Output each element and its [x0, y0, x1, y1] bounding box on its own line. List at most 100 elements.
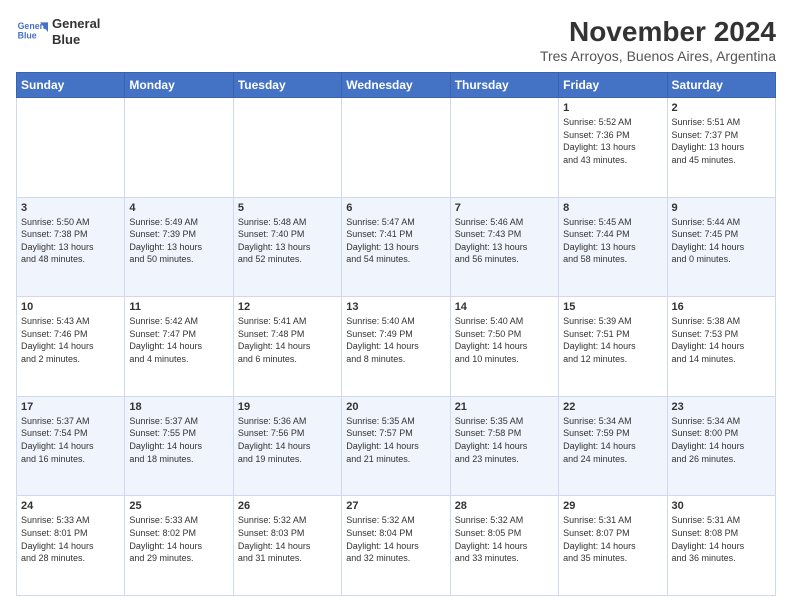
day-info: Sunrise: 5:31 AM Sunset: 8:07 PM Dayligh…	[563, 514, 662, 564]
svg-text:Blue: Blue	[18, 30, 37, 40]
day-number: 10	[21, 301, 120, 313]
day-info: Sunrise: 5:45 AM Sunset: 7:44 PM Dayligh…	[563, 216, 662, 266]
day-info: Sunrise: 5:32 AM Sunset: 8:03 PM Dayligh…	[238, 514, 337, 564]
day-number: 27	[346, 500, 445, 512]
calendar-cell: 10 Sunrise: 5:43 AM Sunset: 7:46 PM Dayli…	[17, 297, 125, 397]
calendar-cell: 21 Sunrise: 5:35 AM Sunset: 7:58 PM Dayli…	[450, 396, 558, 496]
col-friday: Friday	[559, 73, 667, 98]
calendar-cell: 23 Sunrise: 5:34 AM Sunset: 8:00 PM Dayli…	[667, 396, 775, 496]
col-monday: Monday	[125, 73, 233, 98]
day-number: 15	[563, 301, 662, 313]
day-number: 24	[21, 500, 120, 512]
week-row-4: 17 Sunrise: 5:37 AM Sunset: 7:54 PM Dayli…	[17, 396, 776, 496]
day-number: 14	[455, 301, 554, 313]
day-number: 2	[672, 102, 771, 114]
calendar-cell: 22 Sunrise: 5:34 AM Sunset: 7:59 PM Dayli…	[559, 396, 667, 496]
day-number: 11	[129, 301, 228, 313]
calendar-cell	[17, 98, 125, 198]
day-info: Sunrise: 5:33 AM Sunset: 8:01 PM Dayligh…	[21, 514, 120, 564]
calendar-cell: 16Sunrise: 5:38 AM Sunset: 7:53 PM Dayli…	[667, 297, 775, 397]
calendar-cell: 5Sunrise: 5:48 AM Sunset: 7:40 PM Daylig…	[233, 197, 341, 297]
calendar-cell	[233, 98, 341, 198]
calendar-cell: 24 Sunrise: 5:33 AM Sunset: 8:01 PM Dayli…	[17, 496, 125, 596]
calendar-cell: 12 Sunrise: 5:41 AM Sunset: 7:48 PM Dayli…	[233, 297, 341, 397]
week-row-5: 24 Sunrise: 5:33 AM Sunset: 8:01 PM Dayli…	[17, 496, 776, 596]
calendar-table: Sunday Monday Tuesday Wednesday Thursday…	[16, 72, 776, 596]
calendar-cell: 8Sunrise: 5:45 AM Sunset: 7:44 PM Daylig…	[559, 197, 667, 297]
day-number: 21	[455, 401, 554, 413]
day-info: Sunrise: 5:38 AM Sunset: 7:53 PM Dayligh…	[672, 315, 771, 365]
day-number: 1	[563, 102, 662, 114]
day-info: Sunrise: 5:34 AM Sunset: 8:00 PM Dayligh…	[672, 415, 771, 465]
calendar-cell: 7 Sunrise: 5:46 AM Sunset: 7:43 PM Daylig…	[450, 197, 558, 297]
day-number: 17	[21, 401, 120, 413]
day-number: 9	[672, 202, 771, 214]
day-number: 7	[455, 202, 554, 214]
calendar-cell: 2Sunrise: 5:51 AM Sunset: 7:37 PM Daylig…	[667, 98, 775, 198]
header: General Blue General Blue November 2024 …	[16, 16, 776, 64]
title-area: November 2024 Tres Arroyos, Buenos Aires…	[540, 16, 776, 64]
day-number: 5	[238, 202, 337, 214]
day-info: Sunrise: 5:43 AM Sunset: 7:46 PM Dayligh…	[21, 315, 120, 365]
subtitle: Tres Arroyos, Buenos Aires, Argentina	[540, 48, 776, 64]
calendar-cell	[450, 98, 558, 198]
week-row-3: 10 Sunrise: 5:43 AM Sunset: 7:46 PM Dayli…	[17, 297, 776, 397]
day-info: Sunrise: 5:50 AM Sunset: 7:38 PM Dayligh…	[21, 216, 120, 266]
calendar-cell: 30Sunrise: 5:31 AM Sunset: 8:08 PM Dayli…	[667, 496, 775, 596]
calendar-cell: 4Sunrise: 5:49 AM Sunset: 7:39 PM Daylig…	[125, 197, 233, 297]
calendar-cell	[125, 98, 233, 198]
calendar-cell: 29 Sunrise: 5:31 AM Sunset: 8:07 PM Dayli…	[559, 496, 667, 596]
calendar-cell: 11 Sunrise: 5:42 AM Sunset: 7:47 PM Dayli…	[125, 297, 233, 397]
day-number: 29	[563, 500, 662, 512]
col-sunday: Sunday	[17, 73, 125, 98]
day-number: 4	[129, 202, 228, 214]
calendar-cell: 6 Sunrise: 5:47 AM Sunset: 7:41 PM Daylig…	[342, 197, 450, 297]
logo-text: General Blue	[52, 16, 100, 47]
day-number: 28	[455, 500, 554, 512]
calendar-cell: 26 Sunrise: 5:32 AM Sunset: 8:03 PM Dayli…	[233, 496, 341, 596]
logo-icon: General Blue	[16, 16, 48, 48]
day-number: 26	[238, 500, 337, 512]
calendar-cell	[342, 98, 450, 198]
day-number: 18	[129, 401, 228, 413]
day-info: Sunrise: 5:35 AM Sunset: 7:58 PM Dayligh…	[455, 415, 554, 465]
day-number: 22	[563, 401, 662, 413]
day-info: Sunrise: 5:32 AM Sunset: 8:04 PM Dayligh…	[346, 514, 445, 564]
calendar-cell: 28Sunrise: 5:32 AM Sunset: 8:05 PM Dayli…	[450, 496, 558, 596]
day-info: Sunrise: 5:47 AM Sunset: 7:41 PM Dayligh…	[346, 216, 445, 266]
calendar-cell: 3 Sunrise: 5:50 AM Sunset: 7:38 PM Daylig…	[17, 197, 125, 297]
day-info: Sunrise: 5:40 AM Sunset: 7:50 PM Dayligh…	[455, 315, 554, 365]
day-info: Sunrise: 5:34 AM Sunset: 7:59 PM Dayligh…	[563, 415, 662, 465]
day-number: 12	[238, 301, 337, 313]
day-info: Sunrise: 5:31 AM Sunset: 8:08 PM Dayligh…	[672, 514, 771, 564]
col-saturday: Saturday	[667, 73, 775, 98]
calendar-cell: 19Sunrise: 5:36 AM Sunset: 7:56 PM Dayli…	[233, 396, 341, 496]
main-title: November 2024	[540, 16, 776, 48]
calendar-cell: 18 Sunrise: 5:37 AM Sunset: 7:55 PM Dayli…	[125, 396, 233, 496]
calendar-cell: 1Sunrise: 5:52 AM Sunset: 7:36 PM Daylig…	[559, 98, 667, 198]
calendar-cell: 25Sunrise: 5:33 AM Sunset: 8:02 PM Dayli…	[125, 496, 233, 596]
day-number: 20	[346, 401, 445, 413]
day-number: 3	[21, 202, 120, 214]
day-info: Sunrise: 5:46 AM Sunset: 7:43 PM Dayligh…	[455, 216, 554, 266]
calendar-cell: 9 Sunrise: 5:44 AM Sunset: 7:45 PM Daylig…	[667, 197, 775, 297]
day-info: Sunrise: 5:39 AM Sunset: 7:51 PM Dayligh…	[563, 315, 662, 365]
calendar-cell: 14 Sunrise: 5:40 AM Sunset: 7:50 PM Dayli…	[450, 297, 558, 397]
day-info: Sunrise: 5:40 AM Sunset: 7:49 PM Dayligh…	[346, 315, 445, 365]
day-info: Sunrise: 5:41 AM Sunset: 7:48 PM Dayligh…	[238, 315, 337, 365]
col-tuesday: Tuesday	[233, 73, 341, 98]
day-info: Sunrise: 5:37 AM Sunset: 7:54 PM Dayligh…	[21, 415, 120, 465]
week-row-1: 1Sunrise: 5:52 AM Sunset: 7:36 PM Daylig…	[17, 98, 776, 198]
day-info: Sunrise: 5:44 AM Sunset: 7:45 PM Dayligh…	[672, 216, 771, 266]
col-wednesday: Wednesday	[342, 73, 450, 98]
day-number: 6	[346, 202, 445, 214]
week-row-2: 3 Sunrise: 5:50 AM Sunset: 7:38 PM Daylig…	[17, 197, 776, 297]
day-info: Sunrise: 5:35 AM Sunset: 7:57 PM Dayligh…	[346, 415, 445, 465]
logo: General Blue General Blue	[16, 16, 100, 48]
header-row: Sunday Monday Tuesday Wednesday Thursday…	[17, 73, 776, 98]
day-info: Sunrise: 5:37 AM Sunset: 7:55 PM Dayligh…	[129, 415, 228, 465]
day-info: Sunrise: 5:42 AM Sunset: 7:47 PM Dayligh…	[129, 315, 228, 365]
day-number: 23	[672, 401, 771, 413]
day-number: 25	[129, 500, 228, 512]
day-number: 13	[346, 301, 445, 313]
